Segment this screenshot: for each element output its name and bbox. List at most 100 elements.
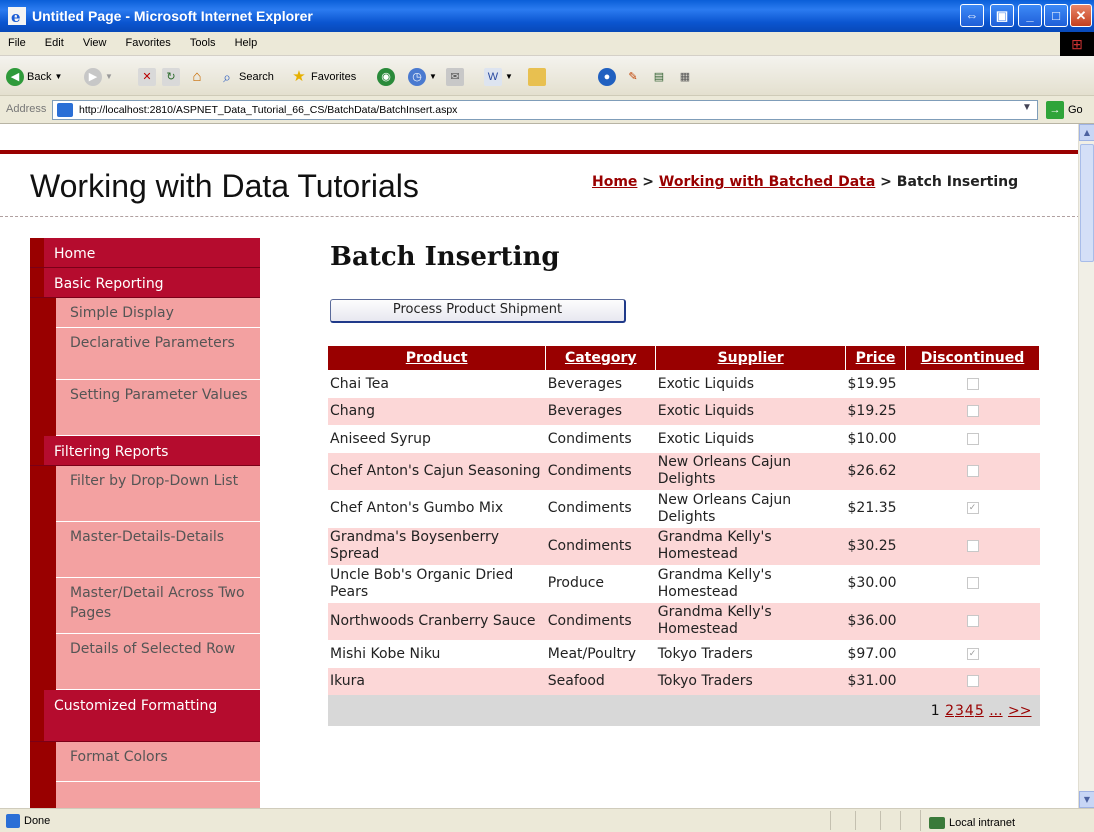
sidebar-item-filtering-reports[interactable]: Filtering Reports	[30, 436, 260, 466]
media-button[interactable]: ◉	[377, 66, 395, 88]
menu-favorites[interactable]: Favorites	[118, 32, 179, 49]
ie-logo-icon: e	[8, 7, 26, 25]
status-text: Done	[24, 815, 51, 827]
table-row: Mishi Kobe Niku Meat/Poultry Tokyo Trade…	[328, 640, 1040, 668]
mail-button[interactable]: ✉	[446, 66, 464, 88]
breadcrumb-home-link[interactable]: Home	[592, 174, 637, 190]
edit-button[interactable]: W ▼	[484, 66, 513, 88]
pager-link-page-2[interactable]: 2	[945, 703, 954, 719]
address-input[interactable]: http://localhost:2810/ASPNET_Data_Tutori…	[52, 100, 1038, 120]
scroll-thumb[interactable]	[1080, 144, 1094, 262]
cell-supplier: Grandma Kelly's Homestead	[655, 527, 846, 565]
back-dropdown-icon[interactable]: ▼	[54, 67, 62, 87]
sidebar-item-format-colors[interactable]: Format Colors	[30, 742, 260, 782]
favorites-button[interactable]: ★ Favorites	[290, 66, 356, 88]
vertical-scrollbar[interactable]: ▲ ▼	[1078, 124, 1094, 808]
cell-product: Uncle Bob's Organic Dried Pears	[328, 565, 546, 603]
menu-view[interactable]: View	[75, 32, 115, 49]
sidebar-item-simple-display[interactable]: Simple Display	[30, 298, 260, 328]
restore-down-button[interactable]: ⇔	[960, 4, 984, 27]
sidebar-item-filter-by-dropdown[interactable]: Filter by Drop-Down List	[30, 466, 260, 522]
menu-edit[interactable]: Edit	[37, 32, 72, 49]
sidebar-item-home[interactable]: Home	[30, 238, 260, 268]
pager-link-page-3[interactable]: 3	[955, 703, 964, 719]
windows-logo-icon: ⊞	[1060, 32, 1094, 56]
sidebar-item-basic-reporting[interactable]: Basic Reporting	[30, 268, 260, 298]
folder-icon	[528, 68, 546, 86]
minimize-button[interactable]: _	[1018, 4, 1042, 27]
history-dropdown-icon[interactable]: ▼	[429, 67, 437, 87]
menu-file[interactable]: File	[0, 32, 34, 49]
tool-button-2[interactable]: ▤	[650, 66, 668, 88]
pager-link-page-4[interactable]: 4	[965, 703, 974, 719]
menu-tools[interactable]: Tools	[182, 32, 224, 49]
cell-product: Mishi Kobe Niku	[328, 640, 546, 668]
menu-help[interactable]: Help	[227, 32, 266, 49]
column-header-discontinued[interactable]: Discontinued	[905, 346, 1040, 370]
cell-supplier: New Orleans Cajun Delights	[655, 452, 846, 490]
pager-link-more[interactable]: ...	[989, 703, 1002, 719]
pager-link-page-5[interactable]: 5	[975, 703, 984, 719]
sidebar-item-master-detail-two-pages[interactable]: Master/Detail Across Two Pages	[30, 578, 260, 634]
maximize-button[interactable]: □	[1044, 4, 1068, 27]
cell-price: $26.62	[845, 452, 906, 490]
forward-button[interactable]: ▶ ▼	[84, 66, 113, 88]
address-dropdown-icon[interactable]: ▼	[1019, 102, 1035, 118]
close-button[interactable]: ✕	[1070, 4, 1092, 27]
discontinued-checkbox	[966, 675, 979, 688]
grid-pager-row: 1 2345 ... >>	[328, 695, 1040, 726]
products-grid: Product Category Supplier Price Disconti…	[328, 346, 1040, 726]
breadcrumb-section-link[interactable]: Working with Batched Data	[659, 174, 875, 190]
address-bar: Address http://localhost:2810/ASPNET_Dat…	[0, 96, 1094, 124]
process-shipment-button[interactable]: Process Product Shipment	[330, 299, 626, 323]
cell-product: Grandma's Boysenberry Spread	[328, 527, 546, 565]
sidebar-item-partial[interactable]	[30, 782, 260, 808]
header-divider	[0, 216, 1080, 217]
history-button[interactable]: ◷ ▼	[408, 66, 437, 88]
discuss-button[interactable]	[528, 66, 546, 88]
sidebar-item-details-selected-row[interactable]: Details of Selected Row	[30, 634, 260, 690]
stop-button[interactable]: ✕	[138, 66, 156, 88]
cell-product: Chai Tea	[328, 370, 546, 398]
local-intranet-icon	[929, 816, 945, 829]
edit-dropdown-icon[interactable]: ▼	[505, 67, 513, 87]
page-viewport: Working with Data Tutorials Home > Worki…	[0, 124, 1094, 808]
site-title: Working with Data Tutorials	[30, 168, 419, 204]
restore-button[interactable]: ▣	[990, 4, 1014, 27]
sidebar-item-master-details-details[interactable]: Master-Details-Details	[30, 522, 260, 578]
scroll-down-icon[interactable]: ▼	[1079, 791, 1094, 808]
tool-button-1[interactable]: ✎	[624, 66, 642, 88]
cell-price: $31.00	[845, 667, 906, 695]
column-header-supplier[interactable]: Supplier	[655, 346, 847, 370]
messenger-icon: ●	[598, 68, 616, 86]
cell-supplier: Tokyo Traders	[655, 667, 846, 695]
sidebar-item-setting-parameter-values[interactable]: Setting Parameter Values	[30, 380, 260, 436]
cell-product: Aniseed Syrup	[328, 425, 546, 453]
forward-dropdown-icon[interactable]: ▼	[105, 67, 113, 87]
cell-supplier: Grandma Kelly's Homestead	[655, 565, 846, 603]
cell-category: Condiments	[545, 602, 656, 640]
pager-link-next[interactable]: >>	[1008, 703, 1031, 719]
scroll-up-icon[interactable]: ▲	[1079, 124, 1094, 141]
cell-price: $30.00	[845, 565, 906, 603]
search-button[interactable]: ⌕ Search	[218, 66, 274, 88]
pager-current-page: 1	[930, 702, 940, 719]
cell-product: Ikura	[328, 667, 546, 695]
pager: 1 2345 ... >>	[328, 695, 1040, 726]
page-title: Batch Inserting	[330, 242, 560, 272]
go-button[interactable]: → Go	[1046, 101, 1083, 119]
column-header-product[interactable]: Product	[328, 346, 547, 370]
page-done-icon	[6, 814, 20, 828]
sidebar-item-customized-formatting[interactable]: Customized Formatting	[30, 690, 260, 742]
tool-button-3[interactable]: ▦	[676, 66, 694, 88]
sidebar-item-declarative-parameters[interactable]: Declarative Parameters	[30, 328, 260, 380]
refresh-button[interactable]: ↻	[162, 66, 180, 88]
back-button[interactable]: ◀ Back ▼	[6, 66, 62, 88]
messenger-button[interactable]: ●	[598, 66, 616, 88]
breadcrumb-separator: >	[637, 174, 659, 190]
column-header-category[interactable]: Category	[545, 346, 657, 370]
column-header-price[interactable]: Price	[845, 346, 906, 370]
cell-discontinued	[905, 527, 1040, 565]
discontinued-checkbox	[966, 432, 979, 445]
home-button[interactable]: ⌂	[188, 66, 206, 88]
